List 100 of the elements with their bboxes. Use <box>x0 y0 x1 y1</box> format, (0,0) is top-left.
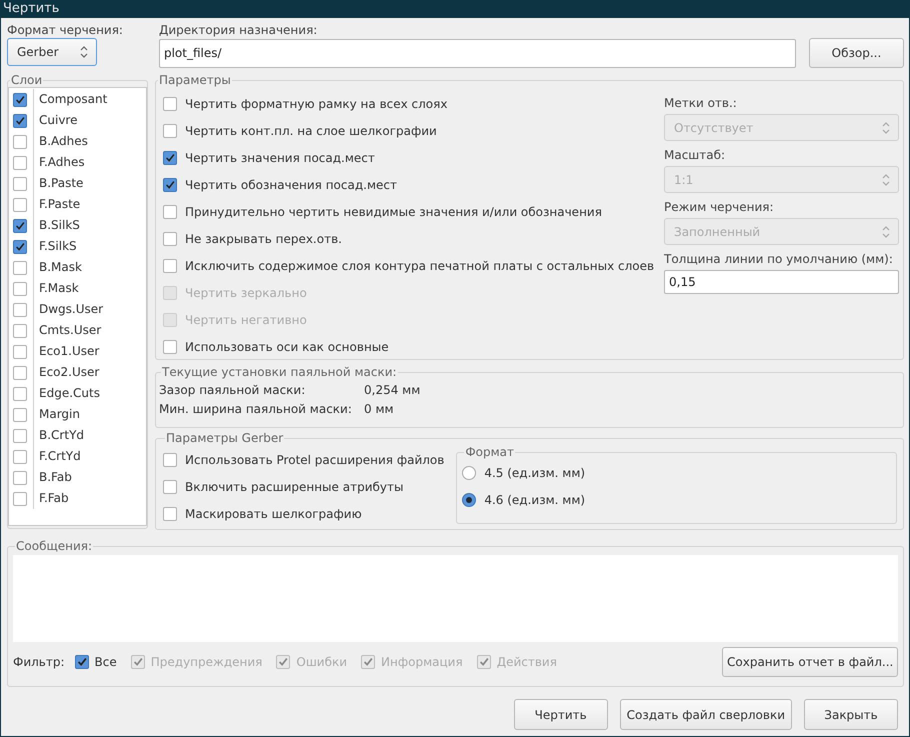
group-title: Сообщения: <box>15 539 94 553</box>
checkbox[interactable] <box>163 124 177 138</box>
layer-name[interactable]: B.CrtYd <box>33 425 146 446</box>
checkbox[interactable] <box>13 386 27 400</box>
layer-name[interactable]: Cuivre <box>33 110 146 131</box>
checkbox[interactable] <box>13 156 27 170</box>
layer-name[interactable]: Eco1.User <box>33 341 146 362</box>
field-label: Формат черчения: <box>7 22 123 38</box>
checkbox[interactable] <box>13 240 27 254</box>
checkbox-label: Маскировать шелкографию <box>185 506 362 520</box>
checkbox[interactable] <box>163 258 177 272</box>
up-down-arrows-icon <box>80 45 88 59</box>
checkbox[interactable] <box>13 282 27 296</box>
checkbox-label: Чертить форматную рамку на всех слоях <box>185 96 448 110</box>
radio-label: 4.6 (ед.изм. мм) <box>484 492 586 506</box>
checkbox[interactable] <box>163 452 177 466</box>
checkbox[interactable] <box>13 344 27 358</box>
layer-name[interactable]: Cmts.User <box>33 320 146 341</box>
checkbox[interactable] <box>13 302 27 316</box>
layer-name[interactable]: F.Adhes <box>33 152 146 173</box>
checkbox-label: Исключить содержимое слоя контура печатной платы с остальных слоев <box>185 258 654 272</box>
setting-label: Зазор паяльной маски: <box>159 382 306 399</box>
up-down-arrows-icon <box>882 120 890 134</box>
dialog-button[interactable]: Создать файл сверловки <box>620 699 792 730</box>
checkbox[interactable] <box>13 176 27 190</box>
layer-name[interactable]: F.Paste <box>33 194 146 215</box>
checkbox-label: Чертить негативно <box>185 312 307 326</box>
layer-name[interactable]: F.CrtYd <box>33 446 146 467</box>
layer-name[interactable]: Dwgs.User <box>33 299 146 320</box>
checkbox[interactable] <box>13 324 27 338</box>
layer-name[interactable]: B.Mask <box>33 257 146 278</box>
checkbox[interactable] <box>163 480 177 494</box>
checkbox[interactable] <box>74 655 89 669</box>
checkbox-label: Чертить обозначения посад.мест <box>185 178 397 192</box>
layer-name[interactable]: B.SilkS <box>33 215 146 236</box>
window-title: Чертить <box>3 1 60 16</box>
setting-value: 0 мм <box>364 401 395 418</box>
checkbox[interactable] <box>13 218 27 232</box>
checkbox-label: Действия <box>496 655 557 669</box>
checkbox[interactable] <box>13 408 27 422</box>
checkbox[interactable] <box>13 92 27 106</box>
checkbox[interactable] <box>163 150 177 164</box>
field-label: Масштаб: <box>664 147 726 163</box>
dialog-button[interactable]: Чертить <box>514 699 608 730</box>
checkbox-label: Принудительно чертить невидимые значения и/или обозначения <box>185 204 602 218</box>
checkbox[interactable] <box>13 366 27 380</box>
radio-button[interactable] <box>462 466 476 480</box>
checkbox[interactable] <box>163 178 177 192</box>
checkbox[interactable] <box>163 232 177 246</box>
field-label: Метки отв.: <box>664 95 738 111</box>
group-title: Параметры Gerber <box>165 431 284 445</box>
checkbox[interactable] <box>163 96 177 110</box>
format-dropdown[interactable]: Gerber <box>7 38 97 66</box>
layer-name[interactable]: F.Mask <box>33 278 146 299</box>
checkbox[interactable] <box>163 506 177 520</box>
checkbox-label: Не закрывать перех.отв. <box>185 232 342 246</box>
radio-button[interactable] <box>462 492 476 506</box>
save-report-button[interactable]: Сохранить отчет в файл... <box>722 647 898 677</box>
checkbox-label: Использовать оси как основные <box>185 340 389 354</box>
layer-name[interactable]: Edge.Cuts <box>33 383 146 404</box>
checkbox[interactable] <box>13 134 27 148</box>
setting-label: Мин. ширина паяльной маски: <box>159 401 353 418</box>
radio-label: 4.5 (ед.изм. мм) <box>484 466 586 480</box>
up-down-arrows-icon <box>882 224 890 238</box>
layer-name[interactable]: B.Fab <box>33 467 146 488</box>
directory-field[interactable]: plot_files/ <box>158 38 796 68</box>
layer-name[interactable]: F.Fab <box>33 488 146 509</box>
checkbox-label: Чертить зеркально <box>185 286 307 300</box>
field-label: Толщина линии по умолчанию (мм): <box>664 251 894 267</box>
checkbox[interactable] <box>13 428 27 442</box>
layer-name[interactable]: Composant <box>33 89 146 110</box>
field-label: Директория назначения: <box>158 22 318 38</box>
checkbox-label: Информация <box>381 655 463 669</box>
browse-button[interactable]: Обзор... <box>809 38 904 68</box>
filter-label: Фильтр: <box>13 655 65 669</box>
group-title: Формат <box>464 445 516 459</box>
checkbox-label: Включить расширенные атрибуты <box>185 480 404 494</box>
field-label: Режим черчения: <box>664 199 775 215</box>
checkbox[interactable] <box>163 204 177 218</box>
checkbox-label: Все <box>94 655 117 669</box>
checkbox[interactable] <box>13 198 27 212</box>
checkbox[interactable] <box>13 114 27 128</box>
layer-name[interactable]: F.SilkS <box>33 236 146 257</box>
layer-name[interactable]: B.Paste <box>33 173 146 194</box>
group-title: Слои <box>10 73 44 87</box>
layer-name[interactable]: B.Adhes <box>33 131 146 152</box>
checkbox-label: Чертить значения посад.мест <box>185 150 375 164</box>
setting-value: 0,254 мм <box>364 382 422 399</box>
layer-name[interactable]: Eco2.User <box>33 362 146 383</box>
checkbox[interactable] <box>13 260 27 274</box>
group-title: Текущие установки паяльной маски: <box>161 365 398 379</box>
checkbox[interactable] <box>13 470 27 484</box>
checkbox[interactable] <box>163 340 177 354</box>
up-down-arrows-icon <box>882 172 890 186</box>
checkbox[interactable] <box>13 450 27 464</box>
checkbox[interactable] <box>13 492 27 506</box>
dialog-button[interactable]: Закрыть <box>804 699 898 730</box>
checkbox-label: Чертить конт.пл. на слое шелкографии <box>185 124 437 138</box>
line-width-field[interactable]: 0,15 <box>664 270 899 294</box>
layer-name[interactable]: Margin <box>33 404 146 425</box>
